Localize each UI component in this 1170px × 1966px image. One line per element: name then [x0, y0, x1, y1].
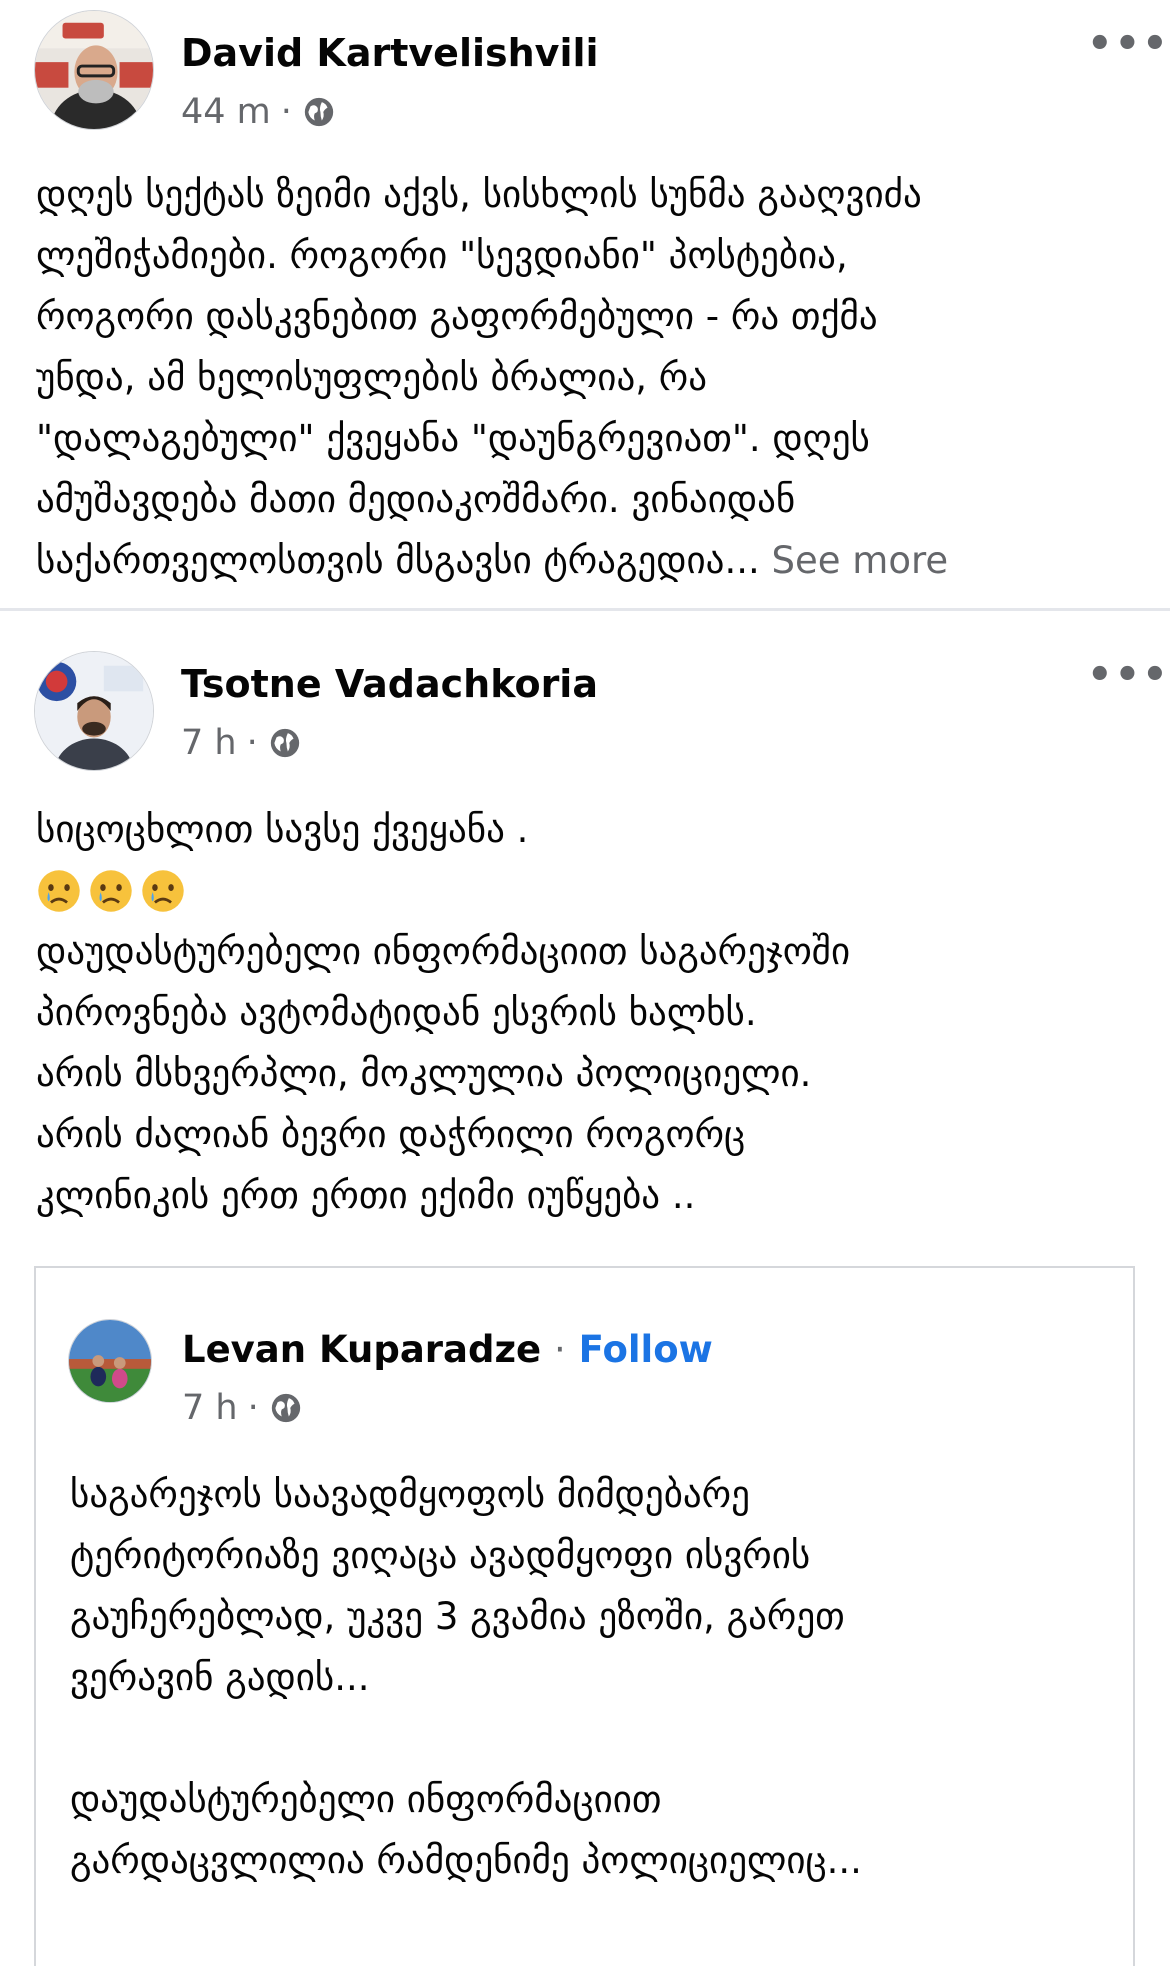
- follow-link[interactable]: Follow: [579, 1328, 713, 1371]
- crying-face-icon: [38, 869, 80, 912]
- shared-post[interactable]: Levan Kuparadze · Follow 7 h · საგარეჯოს…: [34, 1266, 1135, 1966]
- meta-separator: ·: [246, 723, 258, 763]
- post-body: დღეს სექტას ზეიმი აქვს, სისხლის სუნმა გა…: [36, 164, 1146, 591]
- post-tsotne: Tsotne Vadachkoria 7 h · ••• სიცოცხლით ს…: [0, 611, 1170, 1966]
- shared-post-meta: 7 h ·: [182, 1388, 303, 1428]
- see-more-link[interactable]: See more: [772, 539, 949, 582]
- body-line: დღეს სექტას ზეიმი აქვს, სისხლის სუნმა გა…: [36, 173, 922, 216]
- body-line: ლეშიჭამიები. როგორი "სევდიანი" პოსტებია,: [36, 234, 848, 277]
- body-line: სიცოცხლით სავსე ქვეყანა .: [36, 808, 529, 851]
- crying-face-icon: [142, 869, 184, 912]
- post-david: David Kartvelishvili 44 m · ••• დღეს სექ…: [0, 0, 1170, 608]
- avatar-photo: [69, 1320, 151, 1402]
- follow-separator: ·: [554, 1328, 566, 1371]
- body-line: ტერიტორიაზე ვიღაცა ავადმყოფი ისვრის: [70, 1534, 811, 1577]
- body-line: დაუდასტურებელი ინფორმაციით: [70, 1778, 662, 1821]
- crying-face-icon: [90, 869, 132, 912]
- shared-post-time[interactable]: 7 h: [182, 1388, 238, 1428]
- shared-author-name[interactable]: Levan Kuparadze: [182, 1328, 541, 1371]
- author-avatar[interactable]: [34, 651, 154, 771]
- meta-separator: ·: [280, 92, 292, 132]
- body-line-last: საქართველოსთვის მსგავსი ტრაგედია... See …: [36, 530, 1146, 591]
- globe-icon: [271, 1393, 300, 1423]
- avatar-photo: [35, 652, 153, 770]
- body-line: გარდაცვლილია რამდენიმე პოლიციელიც...: [70, 1839, 862, 1882]
- post-meta: 44 m ·: [181, 92, 336, 132]
- body-line: ამუშავდება მათი მედიაკოშმარი. ვინაიდან: [36, 478, 796, 521]
- shared-post-body: საგარეჯოს საავადმყოფოს მიმდებარე ტერიტორ…: [70, 1464, 1110, 1891]
- globe-icon: [304, 97, 334, 127]
- author-name[interactable]: David Kartvelishvili: [181, 31, 599, 75]
- author-avatar[interactable]: [34, 10, 154, 130]
- meta-separator: ·: [247, 1388, 259, 1428]
- body-line: უნდა, ამ ხელისუფლების ბრალია, რა: [36, 356, 708, 399]
- shared-author-line: Levan Kuparadze · Follow: [182, 1328, 713, 1371]
- avatar-photo: [35, 11, 153, 129]
- body-line: ვერავინ გადის...: [70, 1656, 370, 1699]
- body-line: "დალაგებული" ქვეყანა "დაუნგრევიათ". დღეს: [36, 417, 870, 460]
- more-options-icon[interactable]: •••: [1087, 24, 1170, 64]
- body-blank-line: [70, 1708, 1110, 1769]
- emoji-row: [36, 860, 1146, 921]
- body-line: საგარეჯოს საავადმყოფოს მიმდებარე: [70, 1473, 750, 1516]
- shared-author-avatar[interactable]: [68, 1319, 152, 1403]
- more-options-icon[interactable]: •••: [1087, 655, 1170, 695]
- post-body: სიცოცხლით სავსე ქვეყანა . დაუდასტურებელი…: [36, 799, 1146, 1226]
- body-line: დაუდასტურებელი ინფორმაციით საგარეჯოში: [36, 930, 851, 973]
- author-name[interactable]: Tsotne Vadachkoria: [181, 662, 598, 706]
- body-line: არის ძალიან ბევრი დაჭრილი როგორც: [36, 1113, 746, 1156]
- body-line: კლინიკის ერთ ერთი ექიმი იუწყება ..: [36, 1174, 696, 1217]
- body-line: გაუჩერებლად, უკვე 3 გვამია ეზოში, გარეთ: [70, 1595, 845, 1638]
- post-time[interactable]: 44 m: [181, 92, 271, 132]
- body-line: არის მსხვერპლი, მოკლულია პოლიციელი.: [36, 1052, 812, 1095]
- body-line: პიროვნება ავტომატიდან ესვრის ხალხს.: [36, 991, 757, 1034]
- globe-icon: [270, 728, 299, 758]
- post-meta: 7 h ·: [181, 723, 302, 763]
- body-line: როგორი დასკვნებით გაფორმებული - რა თქმა: [36, 295, 878, 338]
- post-time[interactable]: 7 h: [181, 723, 237, 763]
- body-line-text: საქართველოსთვის მსგავსი ტრაგედია...: [36, 539, 760, 582]
